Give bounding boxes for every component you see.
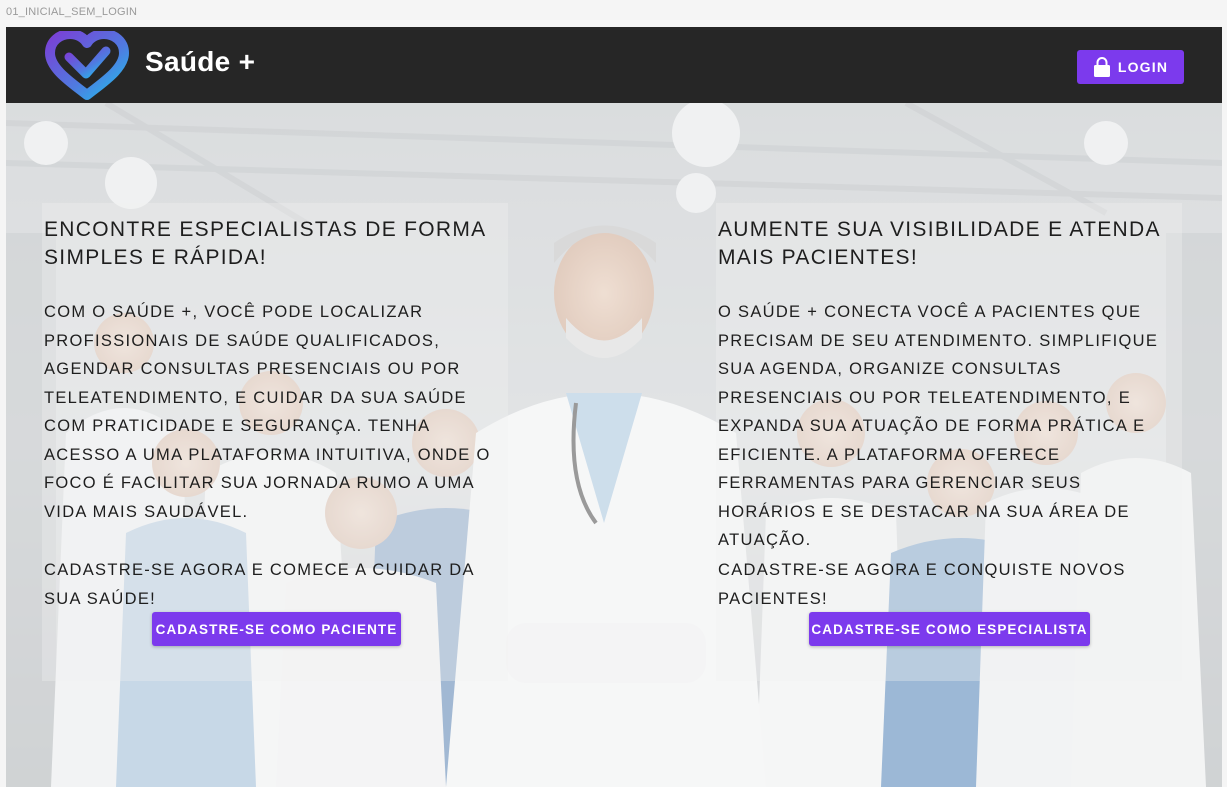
brand-name: Saúde + — [145, 46, 256, 77]
specialist-title: AUMENTE SUA VISIBILIDADE E ATENDA MAIS P… — [718, 218, 1160, 269]
login-label: LOGIN — [1117, 59, 1169, 75]
patient-title: ENCONTRE ESPECIALISTAS DE FORMA SIMPLES … — [44, 218, 486, 269]
top-navbar: Saúde + LOGIN — [6, 27, 1222, 103]
hero-section: ENCONTRE ESPECIALISTAS DE FORMA SIMPLES … — [6, 103, 1222, 787]
patient-description: COM O SAÚDE +, VOCÊ PODE LOCALIZAR PROFI… — [44, 303, 491, 521]
register-specialist-button[interactable]: CADASTRE-SE COMO ESPECIALISTA — [809, 612, 1090, 646]
patient-cta-text: CADASTRE-SE AGORA E COMECE A CUIDAR DA S… — [44, 561, 474, 608]
register-patient-button[interactable]: CADASTRE-SE COMO PACIENTE — [152, 612, 401, 646]
heart-check-logo-icon[interactable] — [42, 29, 132, 101]
lock-icon — [1093, 57, 1111, 77]
specialist-cta-text: CADASTRE-SE AGORA E CONQUISTE NOVOS PACI… — [718, 561, 1126, 608]
app-frame: Saúde + LOGIN ENCONTRE ESPECIALISTAS DE … — [6, 27, 1222, 787]
specialist-description: O SAÚDE + CONECTA VOCÊ A PACIENTES QUE P… — [718, 303, 1159, 549]
login-button[interactable]: LOGIN — [1077, 50, 1184, 84]
frame-label: 01_INICIAL_SEM_LOGIN — [6, 6, 138, 18]
